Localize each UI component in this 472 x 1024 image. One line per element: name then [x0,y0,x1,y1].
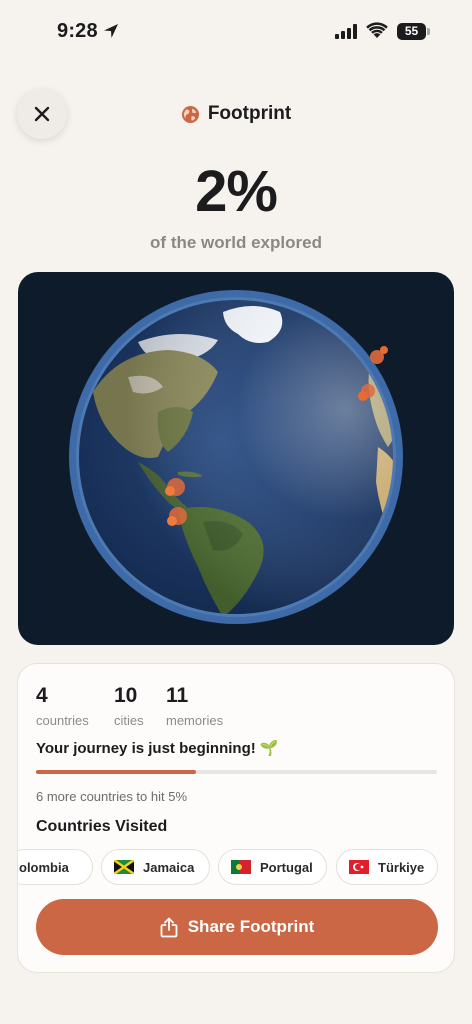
portugal-flag-icon [231,860,251,874]
country-name: olombia [19,859,69,875]
country-chip-jamaica[interactable]: Jamaica [101,849,210,885]
stat-label: memories [166,713,224,728]
cellular-signal-icon [335,24,357,39]
turkey-flag-icon [349,860,369,874]
stat-value: 4 [36,684,48,707]
progress-note: 6 more countries to hit 5% [36,789,188,804]
share-icon [160,917,178,937]
country-name: Jamaica [143,859,195,875]
share-footprint-button[interactable]: Share Footprint [36,899,438,955]
stat-value: 11 [166,684,189,707]
page-title: Footprint [207,103,292,124]
status-bar: 9:28 55 [0,0,472,62]
stat-countries: 4 countries [36,684,89,728]
jamaica-flag-icon [114,860,134,874]
stat-value: 10 [114,684,138,707]
world-percent: 2% [195,159,278,224]
world-explored-caption: of the world explored [150,233,322,252]
country-name: Türkiye [378,859,425,875]
status-time: 9:28 [57,20,98,42]
wifi-icon [366,22,388,38]
progress-fill [36,770,197,774]
countries-chip-list[interactable]: olombia Jamaica Portugal Türkiye [18,849,454,887]
country-name: Portugal [260,859,313,875]
country-chip-portugal[interactable]: Portugal [218,849,327,885]
page-header: Footprint [0,102,472,126]
globe-view[interactable] [18,272,454,645]
stats-card: 4 countries 10 cities 11 memories Your j… [17,663,455,973]
stat-label: cities [114,713,144,728]
battery-indicator: 55 [397,23,430,40]
globe-illustration [69,290,403,624]
stat-memories: 11 memories [166,684,223,728]
stat-cities: 10 cities [114,684,144,728]
country-chip-colombia[interactable]: olombia [18,849,93,885]
globe-icon [181,105,199,123]
country-chip-turkiye[interactable]: Türkiye [336,849,438,885]
progress-bar [36,770,437,774]
location-arrow-icon [104,24,118,38]
stat-label: countries [36,713,89,728]
battery-level: 55 [404,24,419,38]
share-button-label: Share Footprint [187,917,315,936]
journey-message: Your journey is just beginning! 🌱 [36,740,279,757]
countries-visited-title: Countries Visited [36,818,168,835]
